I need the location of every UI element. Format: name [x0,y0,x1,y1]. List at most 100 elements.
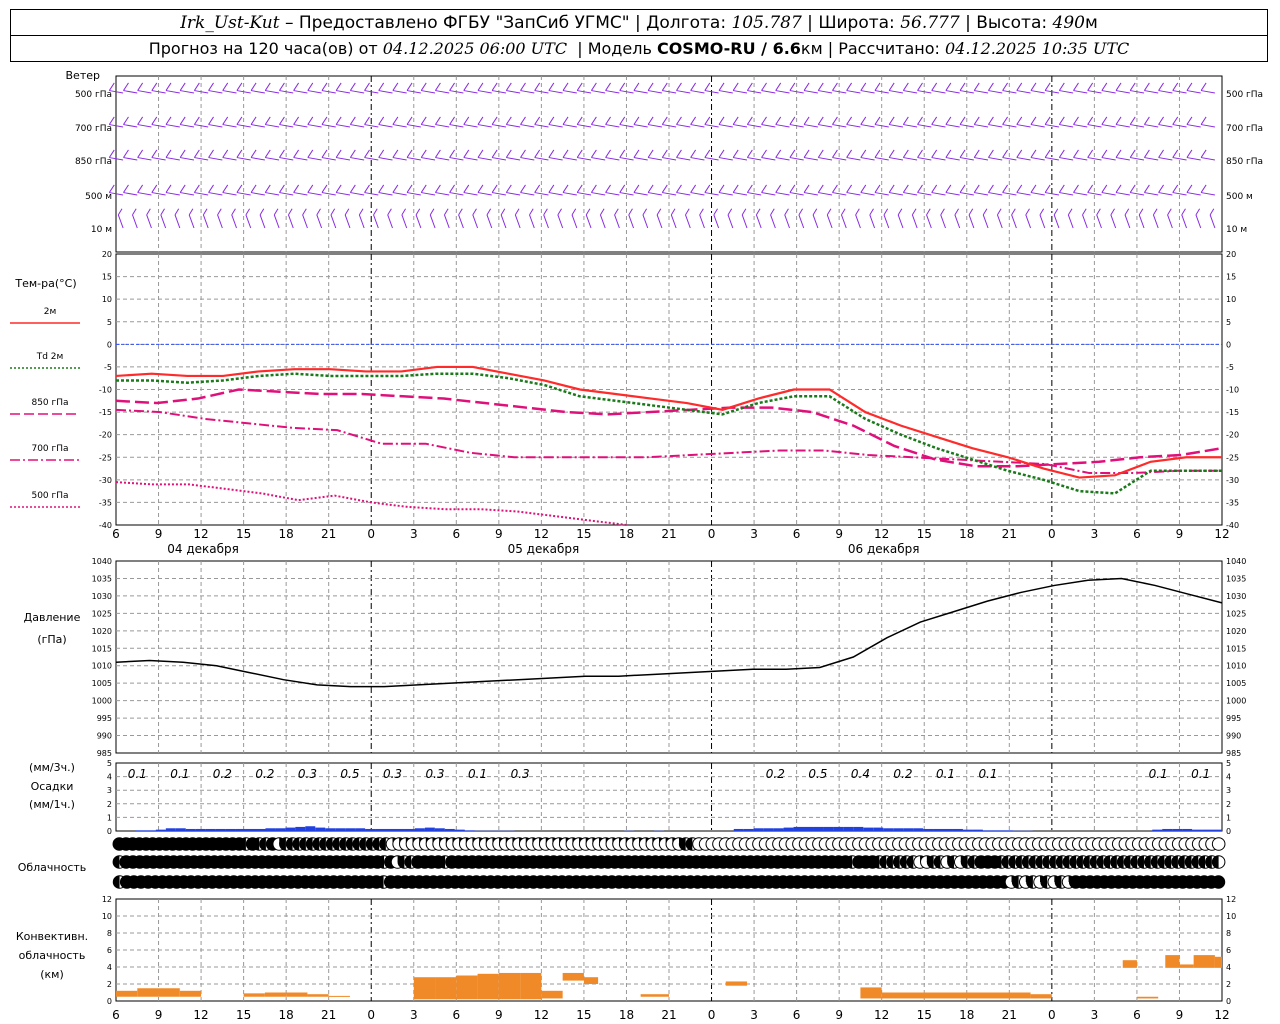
wind-barb [1144,90,1159,94]
wind-barb-feather [534,149,541,158]
wind-barb-feather [250,184,257,193]
wind-barb-feather [472,208,477,216]
wind-barb [429,214,436,229]
wind-barb-feather [1096,208,1101,216]
precip-bar [345,828,356,831]
legend-label: 850 гПа [31,398,68,408]
wind-barb-feather [1110,208,1115,216]
wind-barb-feather [585,208,591,216]
wind-barb [974,90,989,94]
wind-barb [137,157,152,161]
wind-barb [846,192,861,196]
wind-barb [869,214,876,229]
wind-barb [1016,157,1031,161]
wind-barb [548,90,563,94]
wind-barb-feather [940,208,945,216]
wind-barb [733,124,748,128]
wind-barb-feather [208,149,214,158]
wind-barb-feather [619,184,626,193]
wind-barb [350,157,365,161]
wind-barb [421,192,436,196]
wind-barb [1130,192,1145,196]
wind-barb-feather [543,208,548,216]
wind-barb-feather [1200,116,1207,125]
hour-tick-mid: 18 [619,527,634,541]
wind-barb-feather [264,149,271,158]
wind-barb-feather [661,149,668,158]
wind-barb-feather [151,82,158,91]
pressure-tick-right: 1005 [1226,679,1246,688]
wind-barb-feather [789,149,796,158]
wind-title: Ветер [66,69,100,82]
wind-barb-feather [477,184,484,193]
conv-bar [307,994,329,997]
precip-bar [265,828,276,831]
wind-barb [804,90,818,94]
wind-barb [293,90,308,94]
wind-barb-feather [732,82,739,91]
wind-barb-feather [222,184,229,193]
wind-barb-feather [349,149,356,158]
precip-bar [843,826,854,831]
wind-barb-feather [264,116,271,125]
pressure-tick-left: 1030 [92,592,112,601]
wind-barb-feather [775,184,782,193]
wind-barb [251,124,265,128]
wind-barb-feather [429,208,435,216]
wind-barb-feather [231,208,236,216]
wind-barb [1087,192,1102,196]
hour-tick-mid: 15 [917,527,932,541]
precip-bar [873,827,884,831]
wind-barb [1186,90,1201,94]
wind-barb-feather [1200,149,1207,158]
wind-barb-feather [449,184,455,193]
precip-3h-value: 0.2 [893,767,912,781]
wind-barb-feather [236,184,243,193]
wind-barb-feather [761,184,767,193]
wind-barb [222,90,237,94]
pressure-tick-right: 1020 [1226,627,1246,636]
wind-barb [373,214,379,229]
wind-barb [926,214,932,229]
temp-tick-left: -20 [99,431,112,440]
wind-barb [1030,192,1045,196]
wind-barb-feather [179,149,186,158]
wind-barb [804,192,818,196]
conv-bar [286,992,308,997]
pressure-tick-right: 1025 [1226,609,1246,618]
wind-barb [690,192,705,196]
wind-barb-feather [931,149,938,158]
wind-barb-feather [406,184,413,193]
wind-barb [1124,214,1131,229]
wind-barb [974,124,989,128]
wind-barb-feather [874,82,881,91]
wind-barb [676,124,691,128]
wind-barb-feather [236,82,243,91]
precip-3h-value: 0.2 [213,767,232,781]
wind-barb [775,90,790,94]
wind-barb-feather [1195,208,1201,216]
precip-bar [255,828,266,831]
wind-barb-feather [784,208,789,216]
wind-barb-feather [378,116,385,125]
wind-barb [718,192,733,196]
wind-barb-feather [605,82,611,91]
wind-barb-feather [775,82,782,91]
wind-barb-feather [718,116,725,125]
wind-barb [860,157,875,161]
wind-barb-feather [917,184,923,193]
wind-barb-feather [1030,82,1037,91]
wind-barb-feather [562,116,569,125]
precip-3h-value: 0.1 [978,767,997,781]
wind-barb [1144,192,1159,196]
wind-barb-feather [860,184,867,193]
precip-3h-value: 0.1 [1149,767,1168,781]
pressure-tick-right: 1015 [1226,644,1246,653]
legend-label: Td 2м [36,352,64,362]
hour-tick-bottom: 9 [495,1008,503,1022]
wind-barb [562,157,577,161]
wind-barb [165,124,180,128]
conv-bar [413,977,436,1000]
wind-barb-feather [193,149,200,158]
wind-barb [860,192,875,196]
